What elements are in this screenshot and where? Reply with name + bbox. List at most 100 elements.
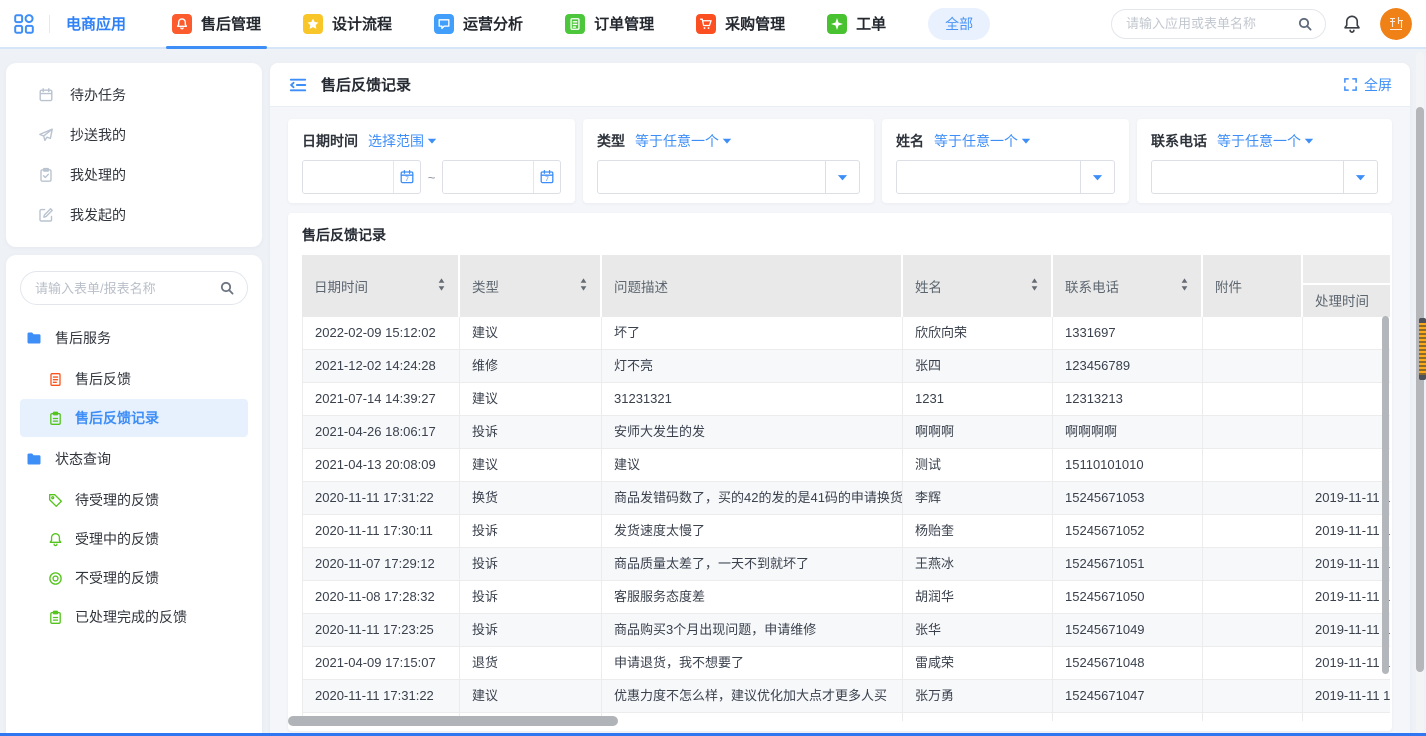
workspace-label[interactable]: 电商应用 <box>66 13 126 34</box>
column-label: 附件 <box>1215 276 1242 296</box>
filter-phone: 联系电话等于任意一个 <box>1137 119 1392 203</box>
filter-operator-type[interactable]: 等于任意一个 <box>635 131 732 151</box>
bell-icon <box>172 14 192 34</box>
apps-grid-icon[interactable] <box>12 12 36 36</box>
table-row[interactable]: 2021-07-14 14:39:27建议3123132112311231321… <box>302 383 1390 416</box>
cell-date: 2021-04-26 18:06:17 <box>302 416 460 449</box>
filter-operator-name[interactable]: 等于任意一个 <box>934 131 1031 151</box>
cell-description: 安师大发生的发 <box>602 416 903 449</box>
calendar-icon[interactable]: 7 <box>393 161 420 193</box>
cell-type: 投诉 <box>460 614 602 647</box>
column-header-type[interactable]: 类型 <box>460 255 602 317</box>
cell-phone: 15245671048 <box>1053 647 1203 680</box>
table-row[interactable]: 2020-11-07 17:29:12投诉商品质量太差了，一天不到就坏了王燕冰1… <box>302 548 1390 581</box>
table-vertical-scrollbar-thumb[interactable] <box>1382 316 1389 674</box>
tab-design-flow[interactable]: 设计流程 <box>303 0 392 47</box>
table-row[interactable]: 2020-11-11 17:23:25投诉商品购买3个月出现问题，申请维修张华1… <box>302 614 1390 647</box>
cell-name: 李辉 <box>903 482 1053 515</box>
cell-description: 商品购买3个月出现问题，申请维修 <box>602 614 903 647</box>
tab-after-sales[interactable]: 售后管理 <box>172 0 261 47</box>
sidebar-item-initiated-by-me[interactable]: 我发起的 <box>6 195 262 235</box>
page-scrollbar-thumb[interactable] <box>1416 107 1424 672</box>
cell-description: 申请退货，我不想要了 <box>602 647 903 680</box>
date-start-field[interactable] <box>303 161 393 193</box>
tree-folder-after-sales-service[interactable]: 售后服务 <box>6 317 262 359</box>
tab-order-management[interactable]: 订单管理 <box>565 0 654 47</box>
form-search[interactable] <box>20 271 248 305</box>
cell-process-time <box>1303 449 1390 482</box>
send-icon <box>38 127 54 143</box>
nav-search[interactable] <box>1111 9 1326 39</box>
cell-name: 张四 <box>903 350 1053 383</box>
cell-date: 2022-02-09 15:12:02 <box>302 317 460 350</box>
filter-operator-phone[interactable]: 等于任意一个 <box>1217 131 1314 151</box>
cell-empty <box>602 713 903 721</box>
sidebar-item-todo-tasks[interactable]: 待办任务 <box>6 75 262 115</box>
column-header-attachment: 附件 <box>1203 255 1303 317</box>
tree-item-completed-feedback[interactable]: 已处理完成的反馈 <box>20 598 248 636</box>
column-header-name[interactable]: 姓名 <box>903 255 1053 317</box>
filter-operator-date-range[interactable]: 选择范围 <box>368 131 437 151</box>
tree-item-rejected-feedback[interactable]: 不受理的反馈 <box>20 559 248 597</box>
cell-phone: 15245671050 <box>1053 581 1203 614</box>
table-row[interactable]: 2020-11-11 17:31:22建议优惠力度不怎么样，建议优化加大点才更多… <box>302 680 1390 713</box>
tree-folder-label: 状态查询 <box>55 449 111 469</box>
table-row[interactable]: 2021-04-26 18:06:17投诉安师大发生的发啊啊啊啊啊啊啊 <box>302 416 1390 449</box>
nav-search-input[interactable] <box>1126 16 1297 31</box>
date-end-field[interactable] <box>443 161 533 193</box>
fullscreen-button[interactable]: 全屏 <box>1343 75 1392 95</box>
column-header-date[interactable]: 日期时间 <box>302 255 460 317</box>
table-row[interactable]: 2020-11-11 17:30:11投诉发货速度太慢了杨贻奎152456710… <box>302 515 1390 548</box>
table-body: 2022-02-09 15:12:02建议坏了欣欣向荣13316972021-1… <box>302 317 1390 721</box>
sort-icon[interactable] <box>1180 277 1189 295</box>
notification-bell-icon[interactable] <box>1342 14 1362 34</box>
column-header-phone[interactable]: 联系电话 <box>1053 255 1203 317</box>
fullscreen-label: 全屏 <box>1364 75 1392 95</box>
column-group-top <box>1303 255 1390 285</box>
table-row[interactable]: 2021-04-09 17:15:07退货申请退货，我不想要了雷咸荣152456… <box>302 647 1390 680</box>
form-search-input[interactable] <box>35 281 219 296</box>
table-horizontal-scrollbar-thumb[interactable] <box>288 716 618 726</box>
calendar-icon[interactable]: 7 <box>533 161 560 193</box>
sort-icon[interactable] <box>579 277 588 295</box>
tab-operation-analysis[interactable]: 运营分析 <box>434 0 523 47</box>
filter-select-phone[interactable] <box>1151 160 1378 194</box>
tab-purchase-management[interactable]: 采购管理 <box>696 0 785 47</box>
filter-date-end-input[interactable]: 7 <box>442 160 561 194</box>
caret-down-icon <box>427 136 437 146</box>
caret-down-icon[interactable] <box>1080 161 1114 193</box>
tree-folder-status-query[interactable]: 状态查询 <box>6 438 262 480</box>
sort-icon[interactable] <box>1030 277 1039 295</box>
sidebar-item-handled-by-me[interactable]: 我处理的 <box>6 155 262 195</box>
tree-item-label: 不受理的反馈 <box>75 568 159 588</box>
sort-icon[interactable] <box>437 277 446 295</box>
table-row[interactable]: 2021-12-02 14:24:28维修灯不亮张四123456789 <box>302 350 1390 383</box>
tab-work-order[interactable]: 工单 <box>827 0 886 47</box>
avatar[interactable] <box>1380 8 1412 40</box>
table-row[interactable]: 2020-11-08 17:28:32投诉客服服务态度差胡润华152456710… <box>302 581 1390 614</box>
filter-date-start-input[interactable]: 7 <box>302 160 421 194</box>
tree-item-after-sales-feedback-records[interactable]: 售后反馈记录 <box>20 399 248 437</box>
table-row[interactable]: 2021-04-13 20:08:09建议建议测试15110101010 <box>302 449 1390 482</box>
cell-process-time: 2019-11-11 1 <box>1303 680 1390 713</box>
table-row[interactable]: 2020-11-11 17:31:22换货商品发错码数了，买的42的发的是41码… <box>302 482 1390 515</box>
all-apps-pill[interactable]: 全部 <box>928 8 990 40</box>
tree-item-after-sales-feedback[interactable]: 售后反馈 <box>20 360 248 398</box>
search-icon[interactable] <box>1297 16 1313 32</box>
sidebar-item-cc-to-me[interactable]: 抄送我的 <box>6 115 262 155</box>
range-separator: ~ <box>428 170 436 185</box>
search-icon[interactable] <box>219 280 235 296</box>
select-value <box>598 161 825 193</box>
caret-down-icon[interactable] <box>825 161 859 193</box>
filter-select-type[interactable] <box>597 160 860 194</box>
table-title: 售后反馈记录 <box>302 225 1392 245</box>
table-row[interactable]: 2022-02-09 15:12:02建议坏了欣欣向荣1331697 <box>302 317 1390 350</box>
page-title: 售后反馈记录 <box>321 74 411 95</box>
filter-select-name[interactable] <box>896 160 1115 194</box>
tree-item-processing-feedback[interactable]: 受理中的反馈 <box>20 520 248 558</box>
caret-down-icon[interactable] <box>1343 161 1377 193</box>
tree-item-pending-feedback[interactable]: 待受理的反馈 <box>20 481 248 519</box>
tree-folder-label: 售后服务 <box>55 328 111 348</box>
fullscreen-icon <box>1343 77 1358 92</box>
menu-fold-icon[interactable] <box>288 75 308 95</box>
